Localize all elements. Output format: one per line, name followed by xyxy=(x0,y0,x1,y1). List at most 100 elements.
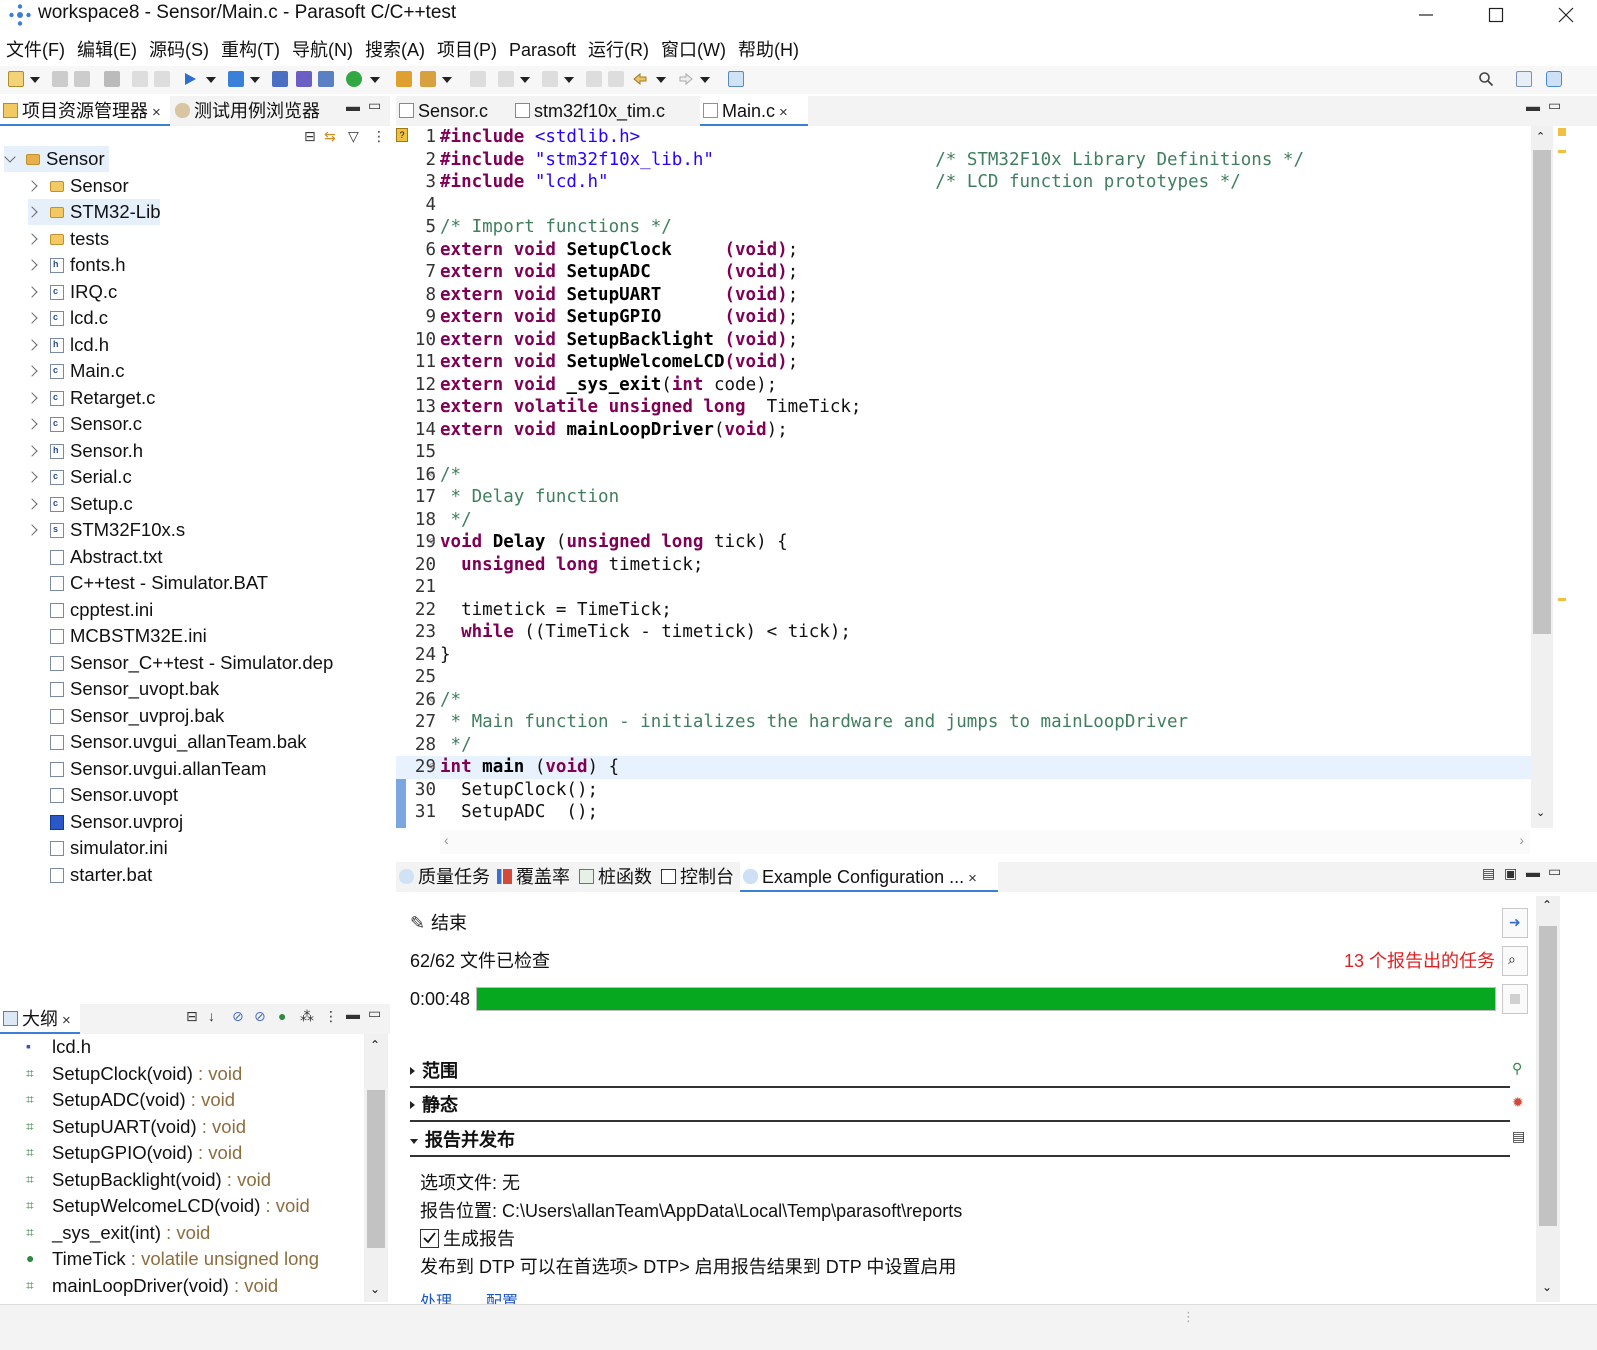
code-line[interactable]: 6 extern void SetupClock (void); xyxy=(396,239,1531,262)
code-line[interactable]: 1 #include <stdlib.h> xyxy=(396,126,1531,149)
stop-button[interactable] xyxy=(1502,984,1528,1014)
tree-item[interactable]: Sensor_C++test - Simulator.dep xyxy=(28,650,333,676)
close-window-button[interactable] xyxy=(1536,0,1596,30)
scrollbar-thumb[interactable] xyxy=(367,1090,385,1248)
minimize-view-icon[interactable]: ▬ xyxy=(1526,864,1540,880)
test-run-icon[interactable] xyxy=(228,71,244,87)
scroll-left-icon[interactable]: ‹ xyxy=(444,832,449,848)
tab-quality-tasks[interactable]: 质量任务 xyxy=(396,862,492,892)
collapsed-icon[interactable] xyxy=(26,285,38,298)
code-line[interactable]: 17 * Delay function xyxy=(396,486,1531,509)
menu-project[interactable]: 项目(P) xyxy=(431,36,503,64)
collapsed-icon[interactable] xyxy=(26,312,38,324)
scroll-up-icon[interactable]: ⌃ xyxy=(1536,130,1545,143)
pin-icon[interactable] xyxy=(470,71,486,87)
filter-icon[interactable]: ▽ xyxy=(348,128,359,145)
code-line[interactable]: 7 extern void SetupADC (void); xyxy=(396,261,1531,284)
collapsed-icon[interactable] xyxy=(26,365,38,377)
report-icon[interactable]: ▤ xyxy=(1512,1128,1525,1145)
outline-item[interactable]: ⌗ SetupWelcomeLCD(void) : void xyxy=(26,1193,310,1219)
hide-static-icon[interactable]: ⊘ xyxy=(254,1008,266,1025)
redo-icon[interactable] xyxy=(154,71,170,87)
scroll-up-icon[interactable]: ⌃ xyxy=(370,1038,380,1052)
tab-coverage[interactable]: 覆盖率 xyxy=(494,862,574,892)
overview-marker[interactable] xyxy=(1558,150,1566,153)
prev-annotation-icon[interactable] xyxy=(542,71,558,87)
tree-item[interactable]: Abstract.txt xyxy=(28,544,163,570)
tree-item[interactable]: fonts.h xyxy=(26,251,126,278)
last-edit2-icon[interactable] xyxy=(608,71,624,87)
outline-item[interactable]: ⌗ SetupUART(void) : void xyxy=(26,1114,246,1140)
tree-item[interactable]: MCBSTM32E.ini xyxy=(28,623,207,649)
tab-main-c[interactable]: Main.c × xyxy=(700,96,808,126)
bottom-vertical-scrollbar[interactable]: ⌃ ⌄ xyxy=(1536,896,1560,1302)
collapsed-icon[interactable] xyxy=(26,524,38,536)
tree-item[interactable]: Retarget.c xyxy=(26,384,155,411)
tree-item[interactable]: Sensor.uvgui.allanTeam xyxy=(28,756,266,782)
tree-item[interactable]: Sensor xyxy=(26,173,129,199)
collapse-all-icon[interactable]: ⊟ xyxy=(304,128,316,145)
scroll-down-icon[interactable]: ⌄ xyxy=(1542,1280,1552,1294)
menu-refactor[interactable]: 重构(T) xyxy=(215,36,286,64)
tree-item[interactable]: Serial.c xyxy=(26,463,132,490)
outline-item[interactable]: ⌗ mainLoopDriver(void) : void xyxy=(26,1273,278,1299)
fold-toggle-icon[interactable]: ⊖ xyxy=(429,464,435,487)
sort-icon[interactable]: ↓ xyxy=(208,1008,215,1024)
open-type-icon[interactable] xyxy=(396,71,412,87)
minimize-button[interactable] xyxy=(1396,0,1456,30)
save-all-icon[interactable] xyxy=(74,71,90,87)
wand-icon[interactable] xyxy=(420,71,436,87)
wand-dropdown-icon[interactable] xyxy=(442,77,452,83)
hide-fields-icon[interactable]: ⊘ xyxy=(232,1008,244,1025)
tree-item[interactable]: Sensor.uvproj xyxy=(28,809,183,835)
outline-item[interactable]: ⌗ SetupADC(void) : void xyxy=(26,1087,235,1113)
code-line[interactable]: 26 ⊖/* xyxy=(396,689,1531,712)
maximize-editor-icon[interactable]: ▭ xyxy=(1548,97,1561,114)
code-line[interactable]: 18 */ xyxy=(396,509,1531,532)
menu-source[interactable]: 源码(S) xyxy=(143,36,215,64)
scroll-down-icon[interactable]: ⌄ xyxy=(1536,806,1545,819)
section-scope[interactable]: 范围 xyxy=(410,1058,458,1084)
overview-warning-marker[interactable] xyxy=(1558,128,1566,136)
fold-toggle-icon[interactable]: ⊖ xyxy=(429,756,435,779)
tree-item[interactable]: Main.c xyxy=(26,357,125,384)
menu-search[interactable]: 搜索(A) xyxy=(359,36,431,64)
overview-marker[interactable] xyxy=(1558,598,1566,601)
code-line[interactable]: 16 ⊖/* xyxy=(396,464,1531,487)
code-line[interactable]: 5/* Import functions */ xyxy=(396,216,1531,239)
code-line[interactable]: 4 xyxy=(396,194,1531,217)
tab-outline[interactable]: 大纲 × xyxy=(0,1004,80,1034)
scrollbar-thumb[interactable] xyxy=(1533,150,1551,634)
tab-stm32f10x-tim-c[interactable]: stm32f10x_tim.c xyxy=(512,96,698,126)
generate-report-checkbox[interactable] xyxy=(420,1229,439,1248)
view-menu-icon[interactable]: ⋮ xyxy=(372,128,386,145)
search-icon[interactable] xyxy=(1478,71,1494,87)
section-report-publish[interactable]: 报告并发布 xyxy=(410,1127,515,1153)
menu-run[interactable]: 运行(R) xyxy=(582,36,655,64)
maximize-button[interactable] xyxy=(1466,0,1526,30)
maximize-view-icon[interactable]: ▭ xyxy=(368,1005,381,1022)
last-edit-icon[interactable] xyxy=(586,71,602,87)
tab-example-configuration[interactable]: Example Configuration ... × xyxy=(740,862,998,892)
section-static[interactable]: 静态 xyxy=(410,1092,458,1118)
fold-toggle-icon[interactable]: ⊖ xyxy=(429,689,435,712)
tree-item[interactable]: tests xyxy=(26,226,109,252)
back-dropdown-icon[interactable] xyxy=(656,77,666,83)
code-line[interactable]: 31 SetupADC (); xyxy=(396,801,1531,824)
outline-item[interactable]: ⌗ _sys_exit(int) : void xyxy=(26,1220,210,1246)
binary-icon[interactable] xyxy=(104,71,120,87)
link-editor-icon[interactable]: ⇆ xyxy=(324,128,336,145)
tree-item[interactable]: STM32F10x.s xyxy=(26,516,185,543)
code-editor[interactable]: ? 1 #include <stdlib.h> 2 #include "stm32f1… xyxy=(396,126,1597,856)
tab-console[interactable]: 控制台 xyxy=(658,862,738,892)
collapsed-icon[interactable] xyxy=(26,206,38,218)
generate-report-option[interactable]: 生成报告 xyxy=(420,1226,515,1252)
code-line[interactable]: 12 extern void _sys_exit(int code); xyxy=(396,374,1531,397)
bookmark-icon[interactable] xyxy=(272,71,288,87)
tree-item[interactable]: cpptest.ini xyxy=(28,597,153,623)
tasks-reported-link[interactable]: 13 个报告出的任务 xyxy=(1344,948,1495,974)
scroll-down-icon[interactable]: ⌄ xyxy=(370,1282,380,1296)
code-line[interactable]: 2 #include "stm32f10x_lib.h" /* STM32F10x… xyxy=(396,149,1531,172)
code-line[interactable]: 24} xyxy=(396,644,1531,667)
group-includes-icon[interactable]: ⁂ xyxy=(300,1008,314,1025)
